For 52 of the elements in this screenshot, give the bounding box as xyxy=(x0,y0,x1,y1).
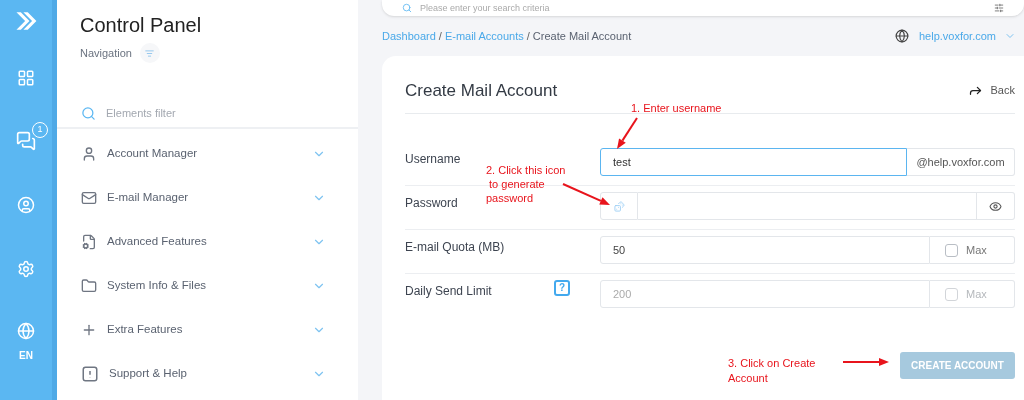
field-label: Username xyxy=(405,151,461,168)
generate-password-button[interactable] xyxy=(600,192,638,220)
sliders-icon xyxy=(994,3,1004,13)
annotation-text: 1. Enter username xyxy=(631,102,722,115)
max-checkbox[interactable] xyxy=(945,243,958,257)
field-label: Daily Send Limit xyxy=(405,283,492,300)
filter-lines-icon xyxy=(145,48,155,58)
field-label: Password xyxy=(405,195,458,212)
nav-item[interactable]: Extra Features xyxy=(57,308,358,352)
plus-icon xyxy=(81,322,97,338)
back-button[interactable]: Back xyxy=(967,82,1015,99)
filter-input[interactable]: Elements filter xyxy=(106,104,358,122)
sidebar-title: Control Panel xyxy=(80,13,203,38)
globe-icon xyxy=(894,29,909,43)
globe-icon[interactable] xyxy=(17,322,35,340)
sort-button[interactable] xyxy=(140,43,160,63)
exclamation-square-icon xyxy=(81,365,99,383)
envelope-icon xyxy=(81,190,97,206)
nav-item[interactable]: System Info & Files xyxy=(57,264,358,308)
nav-item[interactable]: Advanced Features xyxy=(57,220,358,264)
chat-icon[interactable] xyxy=(16,131,36,151)
username-input[interactable]: test xyxy=(600,148,907,176)
max-label: Max xyxy=(966,286,987,302)
field-label: E-mail Quota (MB) xyxy=(405,239,505,256)
grid-icon[interactable] xyxy=(17,69,35,87)
nav-item[interactable]: Account Manager xyxy=(57,132,358,176)
domain-suffix: @help.voxfor.com xyxy=(907,148,1015,176)
folder-icon xyxy=(81,278,97,294)
nav-item[interactable]: E-mail Manager xyxy=(57,176,358,220)
search-icon xyxy=(81,105,96,121)
annotation-text: 3. Click on Create Account xyxy=(728,356,816,386)
search-placeholder: Please enter your search criteria xyxy=(420,3,551,13)
settings-icon[interactable] xyxy=(17,260,35,278)
user-icon xyxy=(81,146,97,162)
show-password-button[interactable] xyxy=(977,192,1015,220)
file-gear-icon xyxy=(81,234,97,250)
breadcrumb-current: Create Mail Account xyxy=(532,28,632,44)
nav-item[interactable]: Support & Help xyxy=(57,352,358,396)
search-icon xyxy=(402,3,412,13)
annotation-text: 2. Click this icon to generate password xyxy=(486,163,566,205)
number-input[interactable]: 50 xyxy=(600,236,930,264)
form-title: Create Mail Account xyxy=(405,79,558,102)
breadcrumb-separator: / xyxy=(526,28,530,44)
breadcrumb-separator: / xyxy=(438,28,442,44)
user-circle-icon[interactable] xyxy=(17,196,35,214)
eye-icon xyxy=(989,199,1002,213)
max-label: Max xyxy=(966,242,987,258)
dice-icon xyxy=(613,200,625,212)
sidebar-subtitle: Navigation xyxy=(80,45,132,61)
password-input[interactable] xyxy=(638,192,977,220)
create-account-button: CREATE ACCOUNT xyxy=(900,352,1015,379)
notification-badge: 1 xyxy=(32,122,48,138)
